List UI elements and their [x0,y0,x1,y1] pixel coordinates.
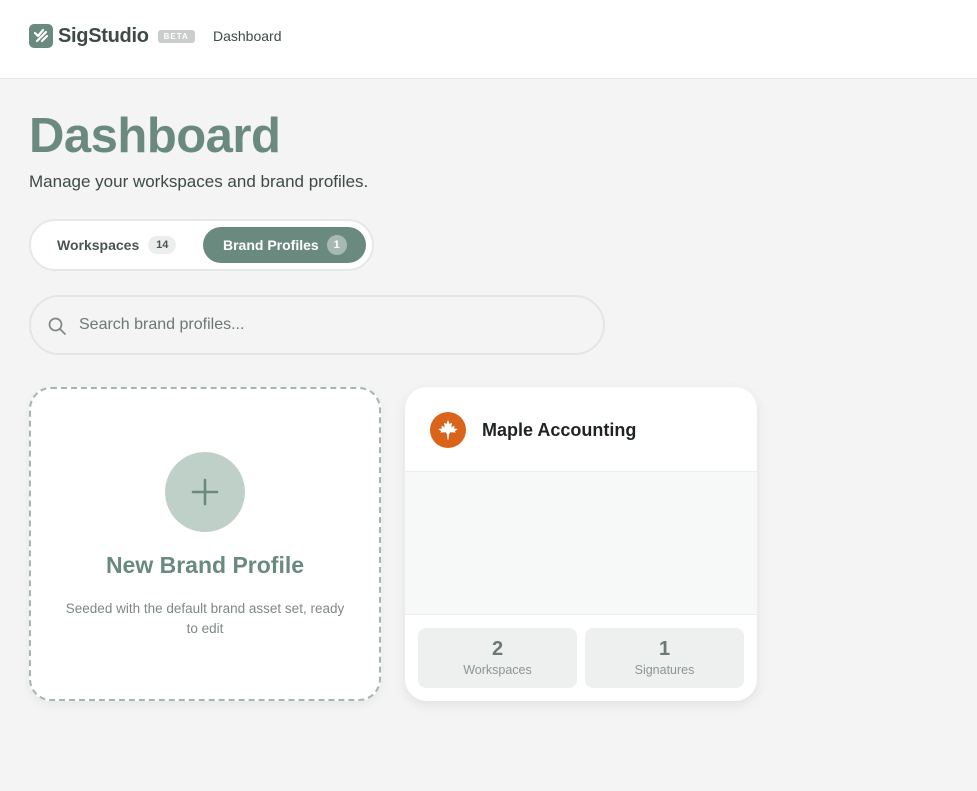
tab-brand-profiles[interactable]: Brand Profiles 1 [203,227,366,263]
page-title: Dashboard [29,109,281,163]
page-subtitle: Manage your workspaces and brand profile… [29,172,369,191]
tab-switcher: Workspaces 14 Brand Profiles 1 [29,219,374,271]
brand-profile-name: Maple Accounting [482,420,637,440]
brand-card-header: Maple Accounting [405,387,757,472]
stat-value: 1 [658,638,671,660]
new-brand-profile-card[interactable]: New Brand Profile Seeded with the defaul… [29,387,381,701]
search-icon [47,316,67,341]
signature-icon [29,24,53,48]
search-input[interactable] [79,309,579,341]
app-name: SigStudio [58,24,149,47]
brand-profile-card[interactable]: Maple Accounting 2 Workspaces 1 Signatur… [405,387,757,701]
brand-preview-area [405,472,757,615]
nav-link-dashboard[interactable]: Dashboard [213,28,282,44]
stat-signatures: 1 Signatures [585,628,744,688]
plus-icon [165,452,245,532]
tab-count-badge: 1 [326,235,347,255]
stat-workspaces: 2 Workspaces [418,628,577,688]
new-brand-profile-description: Seeded with the default brand asset set,… [65,601,345,636]
tab-label: Brand Profiles [223,237,319,253]
app-logo[interactable]: SigStudio BETA [29,24,195,48]
stat-value: 2 [491,638,504,660]
maple-leaf-icon [430,412,466,448]
tab-workspaces[interactable]: Workspaces 14 [43,227,203,263]
new-brand-profile-title: New Brand Profile [105,552,305,578]
beta-badge: BETA [157,29,195,43]
stat-label: Workspaces [463,663,532,677]
stat-label: Signatures [634,663,695,677]
tab-label: Workspaces [57,237,140,253]
tab-count-badge: 14 [148,236,177,254]
search-box [29,295,605,355]
top-bar: SigStudio BETA Dashboard [0,0,977,79]
